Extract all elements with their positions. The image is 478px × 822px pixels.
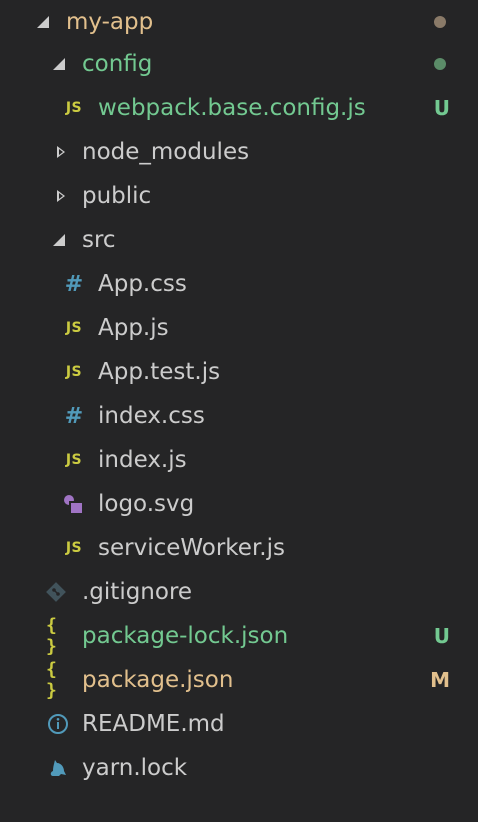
chevron-right-icon [54, 145, 68, 159]
chevron-down-icon [52, 57, 66, 71]
tree-item-label: package-lock.json [82, 623, 289, 649]
file-explorer: my-app config JS webpack.base.config.js … [0, 0, 478, 822]
css-file-icon: # [64, 271, 84, 297]
tree-item-logo-svg[interactable]: logo.svg [0, 482, 478, 526]
git-status-badge: U [433, 624, 450, 648]
tree-item-yarn-lock[interactable]: yarn.lock [0, 746, 478, 790]
tree-item-index-js[interactable]: JS index.js [0, 438, 478, 482]
tree-item-label: package.json [82, 667, 234, 693]
tree-item-app-test-js[interactable]: JS App.test.js [0, 350, 478, 394]
tree-item-label: public [82, 183, 152, 209]
tree-item-service-worker-js[interactable]: JS serviceWorker.js [0, 526, 478, 570]
tree-item-app-js[interactable]: JS App.js [0, 306, 478, 350]
tree-item-label: src [82, 227, 116, 253]
json-file-icon: { } [46, 615, 58, 657]
tree-item-label: my-app [66, 9, 154, 35]
js-file-icon: JS [65, 100, 83, 116]
tree-item-label: .gitignore [82, 579, 193, 605]
json-file-icon: { } [46, 659, 58, 701]
chevron-down-icon [36, 15, 50, 29]
tree-item-label: node_modules [82, 139, 250, 165]
chevron-down-icon [52, 233, 66, 247]
tree-item-public[interactable]: public [0, 174, 478, 218]
git-status-badge: M [430, 668, 450, 692]
svg-file-icon [62, 492, 86, 516]
js-file-icon: JS [65, 320, 83, 336]
tree-item-label: serviceWorker.js [98, 535, 285, 561]
tree-item-label: index.css [98, 403, 205, 429]
tree-item-readme-md[interactable]: README.md [0, 702, 478, 746]
js-file-icon: JS [65, 452, 83, 468]
tree-item-label: logo.svg [98, 491, 195, 517]
tree-item-config[interactable]: config [0, 42, 478, 86]
git-status-badge: U [433, 96, 450, 120]
tree-item-label: App.css [98, 271, 187, 297]
tree-item-label: webpack.base.config.js [98, 95, 366, 121]
tree-item-label: App.js [98, 315, 169, 341]
tree-item-src[interactable]: src [0, 218, 478, 262]
untracked-dot-icon [434, 58, 446, 70]
tree-item-label: README.md [82, 711, 225, 737]
info-icon [46, 712, 70, 736]
tree-item-index-css[interactable]: # index.css [0, 394, 478, 438]
tree-item-label: index.js [98, 447, 187, 473]
tree-item-label: yarn.lock [82, 755, 188, 781]
git-icon [44, 580, 68, 604]
js-file-icon: JS [65, 364, 83, 380]
tree-item-app-css[interactable]: # App.css [0, 262, 478, 306]
modified-dot-icon [434, 16, 446, 28]
tree-item-gitignore[interactable]: .gitignore [0, 570, 478, 614]
chevron-right-icon [54, 189, 68, 203]
tree-item-package-json[interactable]: { } package.json M [0, 658, 478, 702]
tree-item-package-lock-json[interactable]: { } package-lock.json U [0, 614, 478, 658]
tree-item-label: App.test.js [98, 359, 221, 385]
js-file-icon: JS [65, 540, 83, 556]
tree-item-node-modules[interactable]: node_modules [0, 130, 478, 174]
tree-item-my-app[interactable]: my-app [0, 0, 478, 44]
tree-item-webpack-base-config[interactable]: JS webpack.base.config.js U [0, 86, 478, 130]
css-file-icon: # [64, 403, 84, 429]
yarn-icon [46, 756, 70, 780]
tree-item-label: config [82, 51, 153, 77]
